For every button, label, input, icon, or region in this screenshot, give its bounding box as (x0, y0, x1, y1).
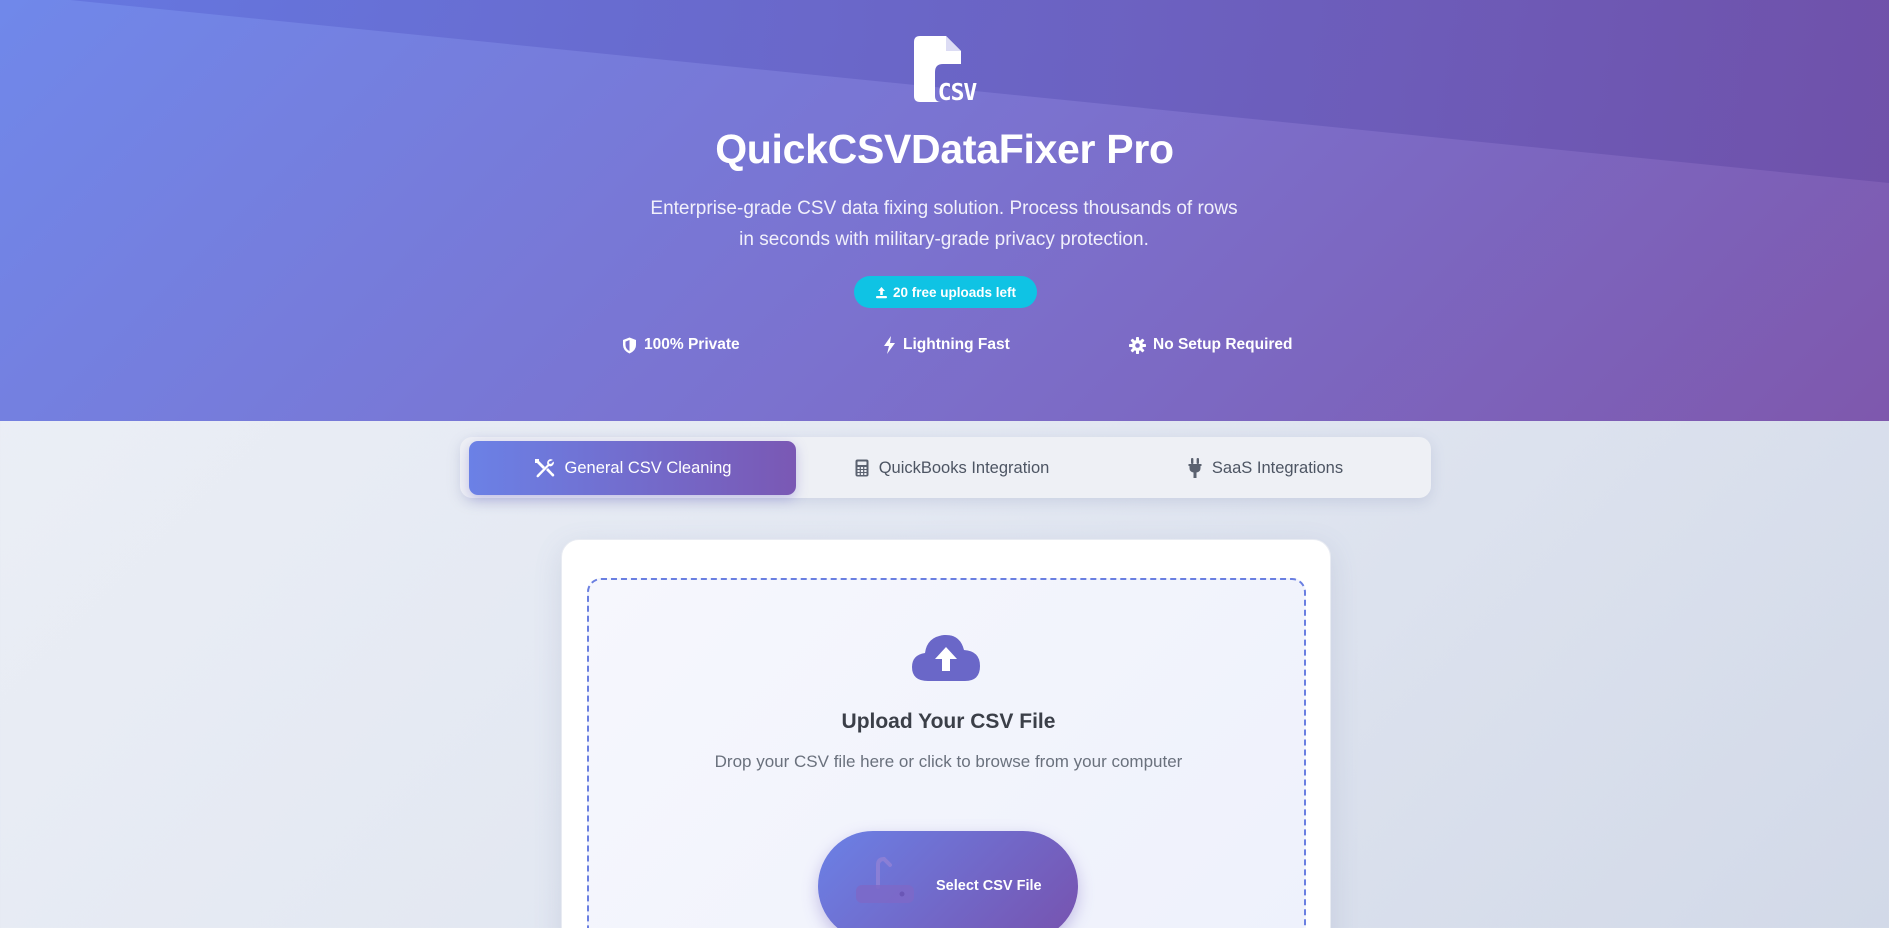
tools-icon (534, 458, 554, 477)
tagline-line-2: in seconds with military-grade privacy p… (739, 229, 1149, 250)
feature-no-setup: No Setup Required (1129, 335, 1293, 355)
feature-private: 100% Private (622, 335, 740, 355)
feature-label: 100% Private (644, 336, 740, 353)
tab-label: SaaS Integrations (1211, 458, 1344, 477)
csv-dropzone[interactable]: Upload Your CSV File Drop your CSV file … (587, 578, 1306, 928)
calculator-icon (855, 459, 869, 477)
tagline: Enterprise-grade CSV data fixing solutio… (644, 193, 1244, 255)
svg-text:CSV: CSV (938, 80, 978, 104)
tab-general-csv-cleaning[interactable]: General CSV Cleaning (469, 441, 796, 495)
tab-bar: General CSV Cleaning QuickBooks Integrat… (460, 437, 1431, 498)
tagline-line-1: Enterprise-grade CSV data fixing solutio… (650, 198, 1238, 219)
upload-subtitle: Drop your CSV file here or click to brow… (714, 752, 1183, 771)
bolt-icon (884, 336, 895, 354)
file-upload-icon (856, 857, 914, 903)
feature-label: No Setup Required (1153, 336, 1293, 353)
upload-icon (875, 286, 887, 298)
tab-label: General CSV Cleaning (564, 458, 732, 477)
feature-label: Lightning Fast (903, 336, 1010, 353)
upload-title: Upload Your CSV File (841, 710, 1056, 733)
select-csv-file-button[interactable]: Select CSV File (818, 831, 1078, 928)
plug-icon (1188, 458, 1202, 478)
app-title: QuickCSVDataFixer Pro (715, 126, 1174, 172)
upload-card: Upload Your CSV File Drop your CSV file … (561, 539, 1331, 928)
free-uploads-label: 20 free uploads left (892, 284, 1017, 300)
tab-saas-integrations[interactable]: SaaS Integrations (1108, 441, 1423, 495)
tab-quickbooks-integration[interactable]: QuickBooks Integration (797, 441, 1107, 495)
feature-fast: Lightning Fast (883, 335, 1010, 355)
shield-icon (623, 337, 636, 353)
tab-label: QuickBooks Integration (878, 458, 1050, 477)
select-csv-file-label: Select CSV File (936, 878, 1042, 894)
cloud-upload-icon (912, 634, 980, 681)
csv-file-logo-icon: CSV (913, 36, 979, 106)
gear-icon (1129, 336, 1146, 354)
free-uploads-badge: 20 free uploads left (854, 276, 1037, 308)
hero-banner: CSV QuickCSVDataFixer Pro Enterprise-gra… (0, 0, 1889, 421)
